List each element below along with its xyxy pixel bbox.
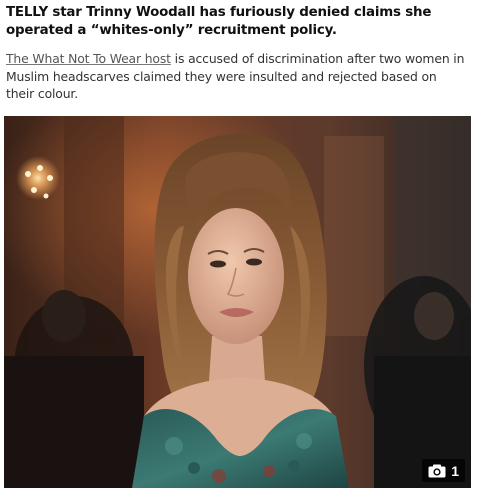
article-lede: The What Not To Wear host is accused of … xyxy=(6,50,468,103)
gallery-count-badge[interactable]: 1 xyxy=(422,459,465,482)
gallery-count: 1 xyxy=(451,462,459,479)
article-headline: TELLY star Trinny Woodall has furiously … xyxy=(6,5,432,38)
photo-image xyxy=(4,116,471,488)
camera-icon xyxy=(428,464,446,477)
lede-link[interactable]: The What Not To Wear host xyxy=(6,51,171,66)
article: TELLY star Trinny Woodall has furiously … xyxy=(0,0,477,490)
article-photo[interactable]: 1 xyxy=(4,116,471,488)
